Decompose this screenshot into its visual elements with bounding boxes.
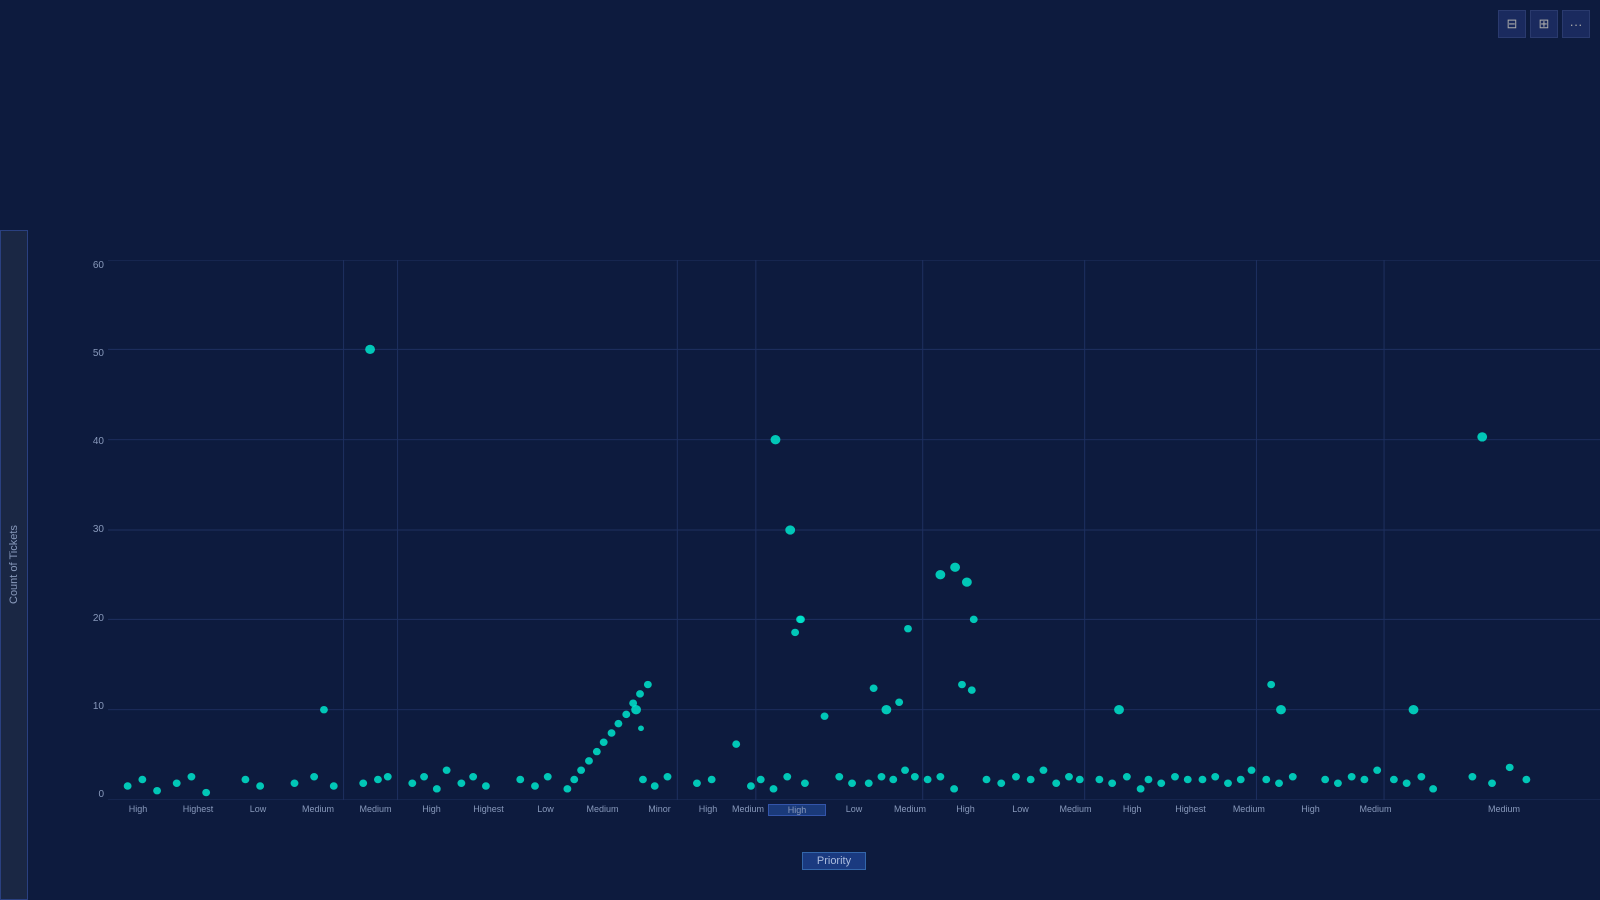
x-label-srw-high: High [1103, 804, 1161, 814]
x-label-ip-medium: Medium [574, 804, 631, 814]
x-label-srw-medium: Medium [1220, 804, 1278, 814]
x-group-poam: High Low Medium [768, 804, 938, 816]
x-group-sr: High Low Medium [938, 804, 1103, 814]
x-group-breakfix: High Highest Low Medium [108, 804, 348, 814]
x-group-task: Medium [1408, 804, 1600, 814]
toolbar: ⊟ ⊞ ··· [1498, 10, 1590, 38]
filter-button[interactable]: ⊟ [1498, 10, 1526, 38]
x-label-sr-high: High [938, 804, 993, 814]
x-label-nu-medium: Medium [728, 804, 768, 814]
x-label-ip-low: Low [517, 804, 574, 814]
x-label-st-high: High [1278, 804, 1343, 814]
x-label-poam-high[interactable]: High [768, 804, 826, 816]
y-label-60: 60 [68, 260, 108, 271]
chart-svg [108, 260, 1600, 800]
x-label-bf-medium: Medium [288, 804, 348, 814]
x-group-newuser: High Medium [688, 804, 768, 814]
chart-container: Count of Tickets Break/fix Response Corr… [0, 230, 1600, 900]
x-label-st-medium: Medium [1343, 804, 1408, 814]
x-label-co-medium: Medium [348, 804, 403, 814]
y-labels: 60 50 40 30 20 10 0 [68, 260, 108, 800]
y-label-40: 40 [68, 436, 108, 447]
x-label-poam-medium: Medium [882, 804, 938, 816]
more-button[interactable]: ··· [1562, 10, 1590, 38]
x-group-srw: High Highest Medium [1103, 804, 1278, 814]
plot-area: 60 50 40 30 20 10 0 [68, 230, 1600, 850]
x-label-nu-high: High [688, 804, 728, 814]
x-label-bf-high: High [108, 804, 168, 814]
x-label-sr-medium: Medium [1048, 804, 1103, 814]
x-group-corre: Medium [348, 804, 403, 814]
x-label-poam-low: Low [826, 804, 882, 816]
y-label-30: 30 [68, 524, 108, 535]
x-label-ip-minor: Minor [631, 804, 688, 814]
y-label-20: 20 [68, 613, 108, 624]
x-group-subtask: High Medium [1278, 804, 1408, 814]
top-area: ⊟ ⊞ ··· [0, 0, 1600, 230]
y-label-10: 10 [68, 701, 108, 712]
x-axis-title-container: Priority [68, 852, 1600, 870]
y-axis-label: Count of Tickets [0, 230, 28, 900]
x-group-internal: High Highest Low Medium Minor [403, 804, 688, 814]
x-label-srw-highest: Highest [1161, 804, 1219, 814]
y-label-0: 0 [68, 789, 108, 800]
x-axis-title: Priority [802, 852, 866, 870]
x-label-sr-low: Low [993, 804, 1048, 814]
x-label-task-medium: Medium [1408, 804, 1600, 814]
x-labels-row: High Highest Low Medium Medium High High… [108, 800, 1600, 850]
x-label-ip-high: High [403, 804, 460, 814]
x-label-bf-highest: Highest [168, 804, 228, 814]
x-label-ip-highest: Highest [460, 804, 517, 814]
expand-button[interactable]: ⊞ [1530, 10, 1558, 38]
chart-inner: Count of Tickets Break/fix Response Corr… [0, 230, 1600, 900]
chart-area: Break/fix Response Corre... Internal Pro… [28, 230, 1600, 900]
y-label-50: 50 [68, 348, 108, 359]
x-label-bf-low: Low [228, 804, 288, 814]
